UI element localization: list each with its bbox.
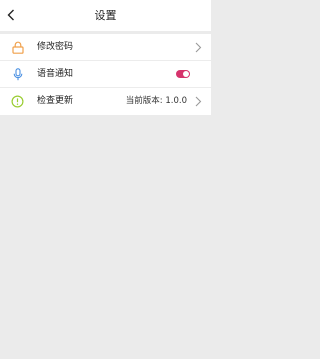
settings-item-label: 检查更新 [37,96,74,106]
settings-item-label: 语音通知 [37,69,74,79]
update-icon [11,95,24,108]
settings-item-change-password[interactable]: 修改密码 [0,34,211,61]
settings-list: 修改密码 语音通知 检查更新 当前版本: 1.0.0 [0,34,211,115]
toggle-knob [183,71,189,77]
chevron-right-icon [195,42,202,53]
settings-item-label: 修改密码 [37,42,74,52]
settings-item-voice-notification: 语音通知 [0,61,211,88]
top-bar: 设置 [0,0,211,31]
lock-icon [11,41,24,54]
page-title: 设置 [94,9,117,22]
settings-item-check-update[interactable]: 检查更新 当前版本: 1.0.0 [0,88,211,115]
microphone-icon [11,68,24,81]
voice-notification-toggle[interactable] [176,70,190,78]
current-version-text: 当前版本: 1.0.0 [125,96,187,106]
chevron-right-icon [195,96,202,107]
